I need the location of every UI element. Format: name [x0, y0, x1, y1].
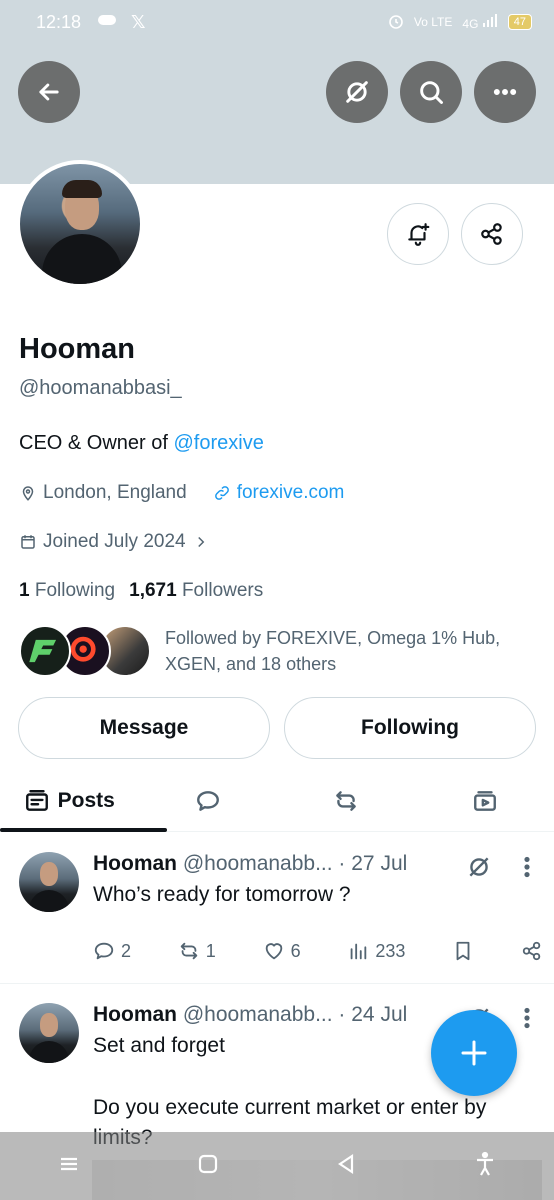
bio-text: CEO & Owner of — [19, 432, 174, 454]
status-bar: 12:18 𝕏 Vo LTE 4G 47 — [0, 0, 554, 44]
post-item[interactable]: Hooman @hoomanabb... · 27 Jul Who’s read… — [0, 834, 554, 984]
repost-icon — [180, 942, 198, 960]
post-more-icon[interactable] — [514, 1005, 534, 1031]
volte-label: Vo LTE — [413, 15, 453, 29]
share-icon — [481, 223, 502, 245]
tab-replies[interactable] — [139, 770, 278, 831]
alarm-icon — [388, 13, 404, 32]
search-icon — [420, 81, 443, 104]
signal-icon: 4G — [462, 13, 497, 31]
battery-indicator: 47 — [507, 14, 532, 30]
home-button[interactable] — [194, 1150, 222, 1183]
share-profile-button[interactable] — [461, 203, 523, 265]
arrow-left-icon — [39, 83, 59, 101]
calendar-icon — [21, 535, 35, 549]
bookmark-button[interactable] — [452, 940, 474, 962]
post-actions: 2 1 6 233 — [93, 940, 543, 962]
post-text: Who’s ready for tomorrow ? — [93, 883, 351, 906]
system-navigation-bar — [0, 1132, 554, 1200]
back-triangle-icon — [338, 1153, 354, 1174]
replies-icon — [196, 790, 219, 811]
following-count-link[interactable]: 1 Following — [19, 580, 115, 602]
x-logo-icon: 𝕏 — [131, 11, 146, 32]
reply-button[interactable]: 2 — [93, 940, 131, 962]
repost-button[interactable]: 1 — [178, 940, 216, 962]
profile-location: London, England — [43, 482, 187, 503]
link-icon — [214, 486, 229, 500]
status-time: 12:18 — [36, 11, 82, 32]
media-icon — [473, 790, 496, 811]
views-button[interactable]: 233 — [347, 940, 405, 962]
bell-plus-icon — [408, 223, 430, 246]
chevron-right-icon — [197, 536, 204, 548]
more-horizontal-icon — [493, 89, 517, 95]
profile-website-link[interactable]: forexive.com — [237, 482, 345, 504]
post-header: Hooman @hoomanabb... · 24 Jul — [93, 1003, 407, 1027]
posts-icon — [25, 789, 48, 811]
post-header: Hooman @hoomanabb... · 27 Jul — [93, 852, 407, 876]
post-avatar[interactable] — [19, 852, 79, 912]
bio-mention-link[interactable]: @forexive — [174, 432, 264, 454]
followed-by-row[interactable]: Followed by FOREXIVE, Omega 1% Hub, XGEN… — [19, 625, 535, 677]
compose-post-button[interactable] — [431, 1010, 517, 1096]
grok-icon[interactable] — [466, 854, 492, 880]
back-nav-button[interactable] — [332, 1150, 360, 1183]
post-avatar[interactable] — [19, 1003, 79, 1063]
post-handle-date: @hoomanabb... · 27 Jul — [182, 852, 408, 875]
game-controller-icon — [97, 12, 117, 32]
post-more-icon[interactable] — [514, 854, 534, 880]
post-handle-date: @hoomanabb... · 24 Jul — [182, 1003, 408, 1026]
profile-name: Hooman — [19, 333, 135, 365]
repost-icon — [336, 790, 357, 811]
tab-reposts[interactable] — [277, 770, 416, 831]
share-button[interactable] — [521, 940, 543, 962]
profile-bio: CEO & Owner of @forexive — [19, 432, 264, 455]
followers-count-link[interactable]: 1,671 Followers — [129, 580, 263, 602]
post-author-name: Hooman — [93, 852, 177, 875]
like-button[interactable]: 6 — [263, 940, 301, 962]
joined-row[interactable]: Joined July 2024 — [19, 531, 210, 553]
reply-icon — [94, 942, 114, 960]
home-square-icon — [198, 1154, 217, 1173]
followed-by-text: Followed by FOREXIVE, Omega 1% Hub, XGEN… — [165, 628, 501, 674]
follow-counts: 1 Following 1,671 Followers — [19, 580, 263, 602]
accessibility-button[interactable] — [471, 1150, 499, 1183]
tab-posts[interactable]: Posts — [0, 770, 139, 831]
grok-button[interactable] — [326, 61, 388, 123]
notifications-button[interactable] — [387, 203, 449, 265]
menu-icon — [61, 1157, 78, 1170]
location-pin-icon — [22, 486, 34, 501]
back-button[interactable] — [18, 61, 80, 123]
share-icon — [522, 941, 541, 961]
following-button[interactable]: Following — [284, 697, 536, 759]
message-button[interactable]: Message — [18, 697, 270, 759]
more-options-button[interactable] — [474, 61, 536, 123]
accessibility-icon — [476, 1151, 493, 1176]
active-tab-indicator — [0, 828, 167, 832]
post-author-name: Hooman — [93, 1003, 177, 1026]
recent-apps-button[interactable] — [55, 1150, 83, 1183]
bar-chart-icon — [351, 943, 367, 960]
profile-tabs: Posts — [0, 770, 554, 832]
profile-handle: @hoomanabbasi_ — [19, 377, 182, 399]
grok-icon — [346, 81, 368, 103]
heart-icon — [265, 943, 282, 960]
joined-date: Joined July 2024 — [43, 531, 186, 552]
profile-meta-row: London, England forexive.com — [19, 482, 344, 504]
search-button[interactable] — [400, 61, 462, 123]
profile-avatar[interactable] — [16, 160, 144, 288]
follower-avatar-forexive — [19, 625, 71, 677]
tab-media[interactable] — [416, 770, 554, 831]
bookmark-icon — [456, 941, 470, 961]
plus-icon — [461, 1040, 487, 1066]
